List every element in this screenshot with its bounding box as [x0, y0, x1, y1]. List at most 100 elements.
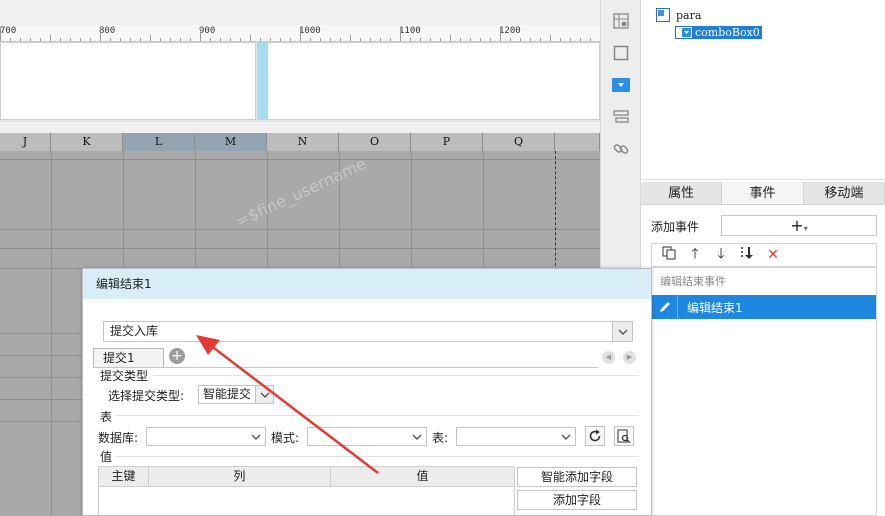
- tree-node-para[interactable]: para: [656, 8, 701, 22]
- tree-node-label: para: [676, 8, 702, 22]
- table-preview-button[interactable]: [614, 426, 634, 446]
- ruler-tick: [180, 38, 181, 41]
- delete-icon[interactable]: ✕: [760, 247, 786, 263]
- add-tab-icon[interactable]: +: [169, 348, 185, 364]
- tab-events[interactable]: 事件: [722, 182, 804, 204]
- ruler-tick: [210, 38, 211, 41]
- list-icon[interactable]: [611, 107, 631, 127]
- grid-line: [0, 248, 600, 249]
- ruler-tick: [130, 38, 131, 41]
- event-toolbar: 🡑 🡓 ✕: [651, 243, 877, 267]
- refresh-button[interactable]: [585, 426, 605, 446]
- link-icon[interactable]: [611, 139, 631, 159]
- ruler-label: 1200: [499, 26, 521, 36]
- ruler-tick: [470, 38, 471, 41]
- ruler-tick: [140, 38, 141, 41]
- combobox-icon[interactable]: [611, 75, 631, 95]
- action-type-value: 提交入库: [110, 324, 159, 338]
- chevron-down-icon[interactable]: [255, 386, 273, 403]
- ruler-tick: [400, 27, 401, 41]
- table-section-title: 表: [100, 410, 113, 424]
- add-event-row: 添加事件 +▾: [641, 214, 885, 238]
- canvas-page-right[interactable]: [267, 42, 600, 120]
- field-table-header: 主键 列 值: [98, 466, 515, 487]
- event-group-label: 编辑结束事件: [660, 275, 726, 288]
- move-down-icon[interactable]: 🡓: [708, 243, 734, 267]
- submit-type-select[interactable]: 智能提交: [198, 385, 274, 404]
- selected-widget-bar[interactable]: [257, 42, 267, 120]
- panel-tabs: 属性 事件 移动端: [641, 182, 885, 205]
- field-table-body[interactable]: [98, 487, 515, 515]
- chevron-down-icon[interactable]: [612, 322, 632, 341]
- section-divider: [116, 456, 638, 457]
- watermark: =$fine_username: [232, 153, 370, 232]
- scroll-left-icon[interactable]: ◀: [602, 351, 615, 364]
- chevron-down-icon[interactable]: [557, 428, 575, 445]
- edit-pencil-icon[interactable]: [652, 295, 678, 319]
- ruler-tick: [260, 38, 261, 41]
- column-header-column[interactable]: 列: [149, 467, 331, 486]
- value-section-title: 值: [100, 450, 113, 464]
- ruler-tick: [350, 35, 351, 41]
- tab-submit-1[interactable]: 提交1: [93, 348, 164, 368]
- scroll-right-icon[interactable]: ▶: [623, 351, 636, 364]
- container-icon: [656, 8, 670, 22]
- widget-tree: para comboBox0: [641, 0, 885, 180]
- grid-line: [0, 229, 600, 230]
- ruler-tick: [500, 27, 501, 41]
- database-select[interactable]: [146, 427, 266, 446]
- table-select[interactable]: [456, 427, 576, 446]
- ruler-tick: [360, 38, 361, 41]
- ruler-tick: [10, 38, 11, 41]
- table-label: 表:: [432, 431, 449, 445]
- ruler-tick: [30, 38, 31, 41]
- ruler-tick: [270, 38, 271, 41]
- page-break-line: [555, 151, 556, 281]
- add-field-button[interactable]: 添加字段: [517, 490, 637, 510]
- column-header-key[interactable]: 主键: [99, 467, 149, 486]
- ruler-label: 900: [199, 26, 216, 36]
- dropdown-arrow-icon: ▾: [803, 224, 808, 233]
- copy-icon[interactable]: [656, 246, 682, 264]
- grid-layout-icon[interactable]: [611, 11, 631, 31]
- refresh-icon: [589, 429, 601, 442]
- ruler-tick: [340, 38, 341, 41]
- tab-properties[interactable]: 属性: [641, 182, 723, 204]
- move-bottom-icon[interactable]: [734, 246, 760, 264]
- column-header-l[interactable]: L: [123, 133, 195, 151]
- schema-select[interactable]: [307, 427, 427, 446]
- column-header-n[interactable]: N: [267, 133, 339, 151]
- tree-node-combobox[interactable]: comboBox0: [675, 26, 762, 39]
- action-type-select[interactable]: 提交入库: [103, 321, 633, 342]
- ruler-tick: [190, 38, 191, 41]
- chevron-down-icon[interactable]: [408, 428, 426, 445]
- chevron-down-icon[interactable]: [247, 428, 265, 445]
- ruler-tick: [440, 38, 441, 41]
- tab-mobile[interactable]: 移动端: [804, 182, 885, 204]
- ruler-tick: [560, 38, 561, 41]
- column-header-q[interactable]: Q: [483, 133, 555, 151]
- canvas-page-left[interactable]: [0, 42, 256, 120]
- column-header-j[interactable]: J: [0, 133, 51, 151]
- ruler-tick: [490, 38, 491, 41]
- ruler-tick: [310, 38, 311, 41]
- column-header-o[interactable]: O: [339, 133, 411, 151]
- move-up-icon[interactable]: 🡑: [682, 243, 708, 267]
- column-header-k[interactable]: K: [51, 133, 123, 151]
- submit-type-label: 选择提交类型:: [108, 389, 185, 403]
- ruler-tick: [40, 38, 41, 41]
- column-header-p[interactable]: P: [411, 133, 483, 151]
- ruler-tick: [380, 38, 381, 41]
- ruler-tick: [590, 38, 591, 41]
- event-item-label: 编辑结束1: [687, 300, 743, 315]
- column-header-blank[interactable]: [555, 133, 600, 151]
- smart-add-fields-button[interactable]: 智能添加字段: [517, 467, 637, 487]
- column-header-m[interactable]: M: [195, 133, 267, 151]
- frame-icon[interactable]: [611, 43, 631, 63]
- add-event-button[interactable]: +▾: [721, 215, 877, 236]
- column-header-value[interactable]: 值: [331, 467, 514, 486]
- database-label: 数据库:: [98, 431, 139, 445]
- submit-type-value: 智能提交: [203, 387, 252, 401]
- ruler-tick: [370, 38, 371, 41]
- event-item[interactable]: 编辑结束1: [652, 295, 876, 319]
